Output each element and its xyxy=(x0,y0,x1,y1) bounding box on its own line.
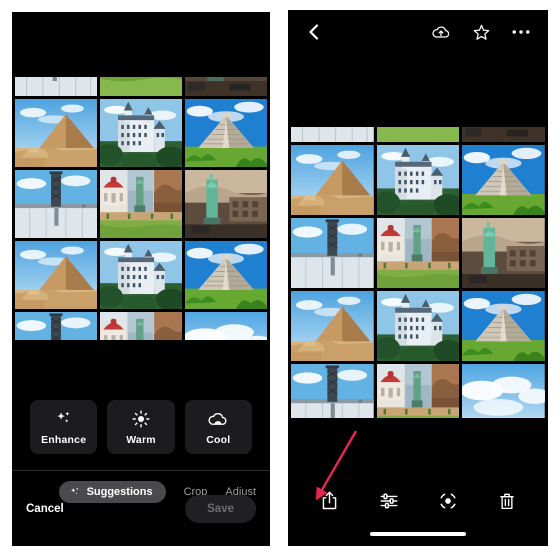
cloud-icon xyxy=(207,409,229,429)
editor-panel: Enhance Warm Cool Suggestions Crop Adjus… xyxy=(12,340,270,546)
photo-thumbnail[interactable] xyxy=(376,218,460,288)
editor-action-row: Cancel Save xyxy=(26,494,256,524)
enhance-label: Enhance xyxy=(41,433,87,446)
photo-thumbnail[interactable] xyxy=(291,218,374,288)
share-button[interactable] xyxy=(317,490,343,516)
delete-button[interactable] xyxy=(494,490,520,516)
star-outline-icon[interactable] xyxy=(468,19,494,45)
photo-thumbnail[interactable] xyxy=(100,170,182,238)
enhance-button[interactable]: Enhance xyxy=(30,400,98,454)
viewer-top-bar xyxy=(288,10,548,54)
photo-thumbnail[interactable] xyxy=(100,241,182,309)
photo-thumbnail[interactable] xyxy=(15,170,97,238)
edit-button[interactable] xyxy=(376,490,402,516)
cancel-button[interactable]: Cancel xyxy=(26,503,64,515)
warm-button[interactable]: Warm xyxy=(107,400,175,454)
photo-thumbnail[interactable] xyxy=(15,241,97,309)
share-icon xyxy=(320,490,339,516)
photo-viewer-screen xyxy=(288,10,548,546)
photo-thumbnail[interactable] xyxy=(100,99,182,167)
cloud-upload-icon[interactable] xyxy=(428,19,454,45)
sun-icon xyxy=(131,409,151,429)
sparkles-icon xyxy=(54,409,74,429)
editor-divider xyxy=(12,470,270,471)
photo-preview-area xyxy=(288,10,548,127)
photo-thumbnail[interactable] xyxy=(291,145,374,215)
photo-editor-screen: Enhance Warm Cool Suggestions Crop Adjus… xyxy=(12,12,270,546)
photo-thumbnail[interactable] xyxy=(15,99,97,167)
cool-label: Cool xyxy=(206,433,231,446)
viewer-bottom-panel xyxy=(288,418,548,546)
save-button[interactable]: Save xyxy=(185,495,256,523)
photo-thumbnail[interactable] xyxy=(185,170,267,238)
screenshot-canvas: Enhance Warm Cool Suggestions Crop Adjus… xyxy=(0,0,560,560)
suggestion-chips: Enhance Warm Cool xyxy=(30,400,252,454)
cool-button[interactable]: Cool xyxy=(184,400,252,454)
photo-thumbnail[interactable] xyxy=(185,99,267,167)
photo-thumbnail[interactable] xyxy=(376,291,460,361)
viewer-bottom-bar xyxy=(288,486,548,520)
photo-preview-area xyxy=(12,12,270,77)
lens-icon xyxy=(438,491,458,516)
photo-thumbnail[interactable] xyxy=(376,145,460,215)
photo-thumbnail[interactable] xyxy=(462,145,545,215)
photo-thumbnail[interactable] xyxy=(185,241,267,309)
lens-button[interactable] xyxy=(435,490,461,516)
photo-thumbnail[interactable] xyxy=(291,291,374,361)
chevron-left-icon[interactable] xyxy=(302,19,326,45)
trash-icon xyxy=(498,491,516,516)
more-horizontal-icon[interactable] xyxy=(508,19,534,45)
sliders-icon xyxy=(379,491,399,516)
photo-thumbnail[interactable] xyxy=(462,218,545,288)
warm-label: Warm xyxy=(126,433,156,446)
photo-thumbnail[interactable] xyxy=(462,291,545,361)
home-indicator xyxy=(370,532,466,536)
